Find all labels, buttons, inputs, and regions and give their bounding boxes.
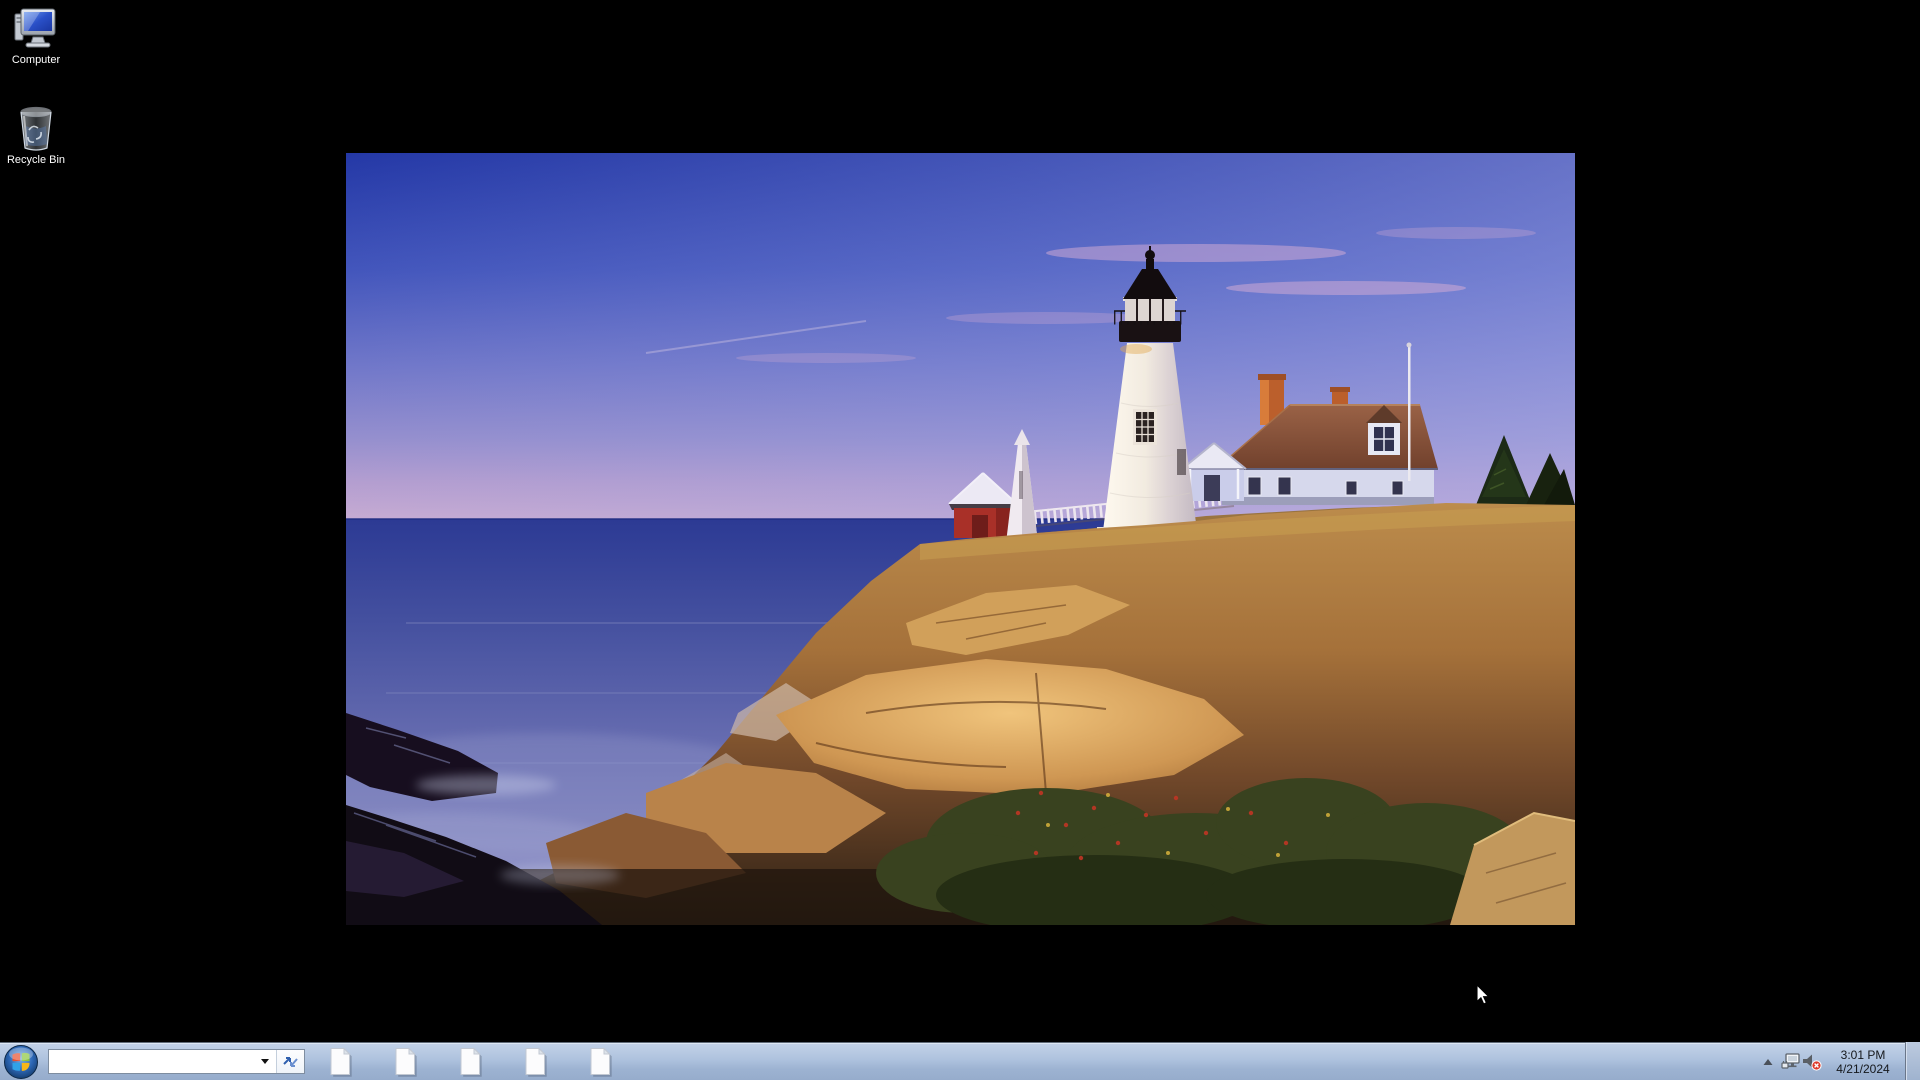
blank-document-icon (588, 1047, 613, 1077)
desktop-icon-computer[interactable]: Computer (0, 6, 72, 67)
go-button[interactable] (277, 1050, 304, 1073)
taskbar-document-button-5[interactable] (587, 1046, 613, 1078)
tower-window (1133, 409, 1157, 445)
taskbar-document-button-2[interactable] (392, 1046, 418, 1078)
arrow-cursor-icon (1476, 984, 1492, 1006)
blank-document-icon (393, 1047, 418, 1077)
mouse-cursor (1476, 984, 1492, 1011)
volume-muted-icon (1802, 1053, 1822, 1071)
windows-orb-icon (3, 1044, 39, 1080)
wallpaper-image (346, 153, 1575, 925)
computer-icon (13, 6, 59, 52)
volume-tray-icon[interactable] (1801, 1044, 1823, 1080)
lighthouse-photo (346, 153, 1575, 925)
desktop-icon-label: Computer (0, 54, 72, 67)
address-toolbar (48, 1049, 305, 1074)
recycle-bin-icon (14, 104, 58, 152)
address-dropdown-button[interactable] (254, 1050, 276, 1073)
system-tray: 3:01 PM 4/21/2024 (1757, 1043, 1920, 1080)
clock-time: 3:01 PM (1827, 1048, 1899, 1062)
blank-document-icon (458, 1047, 483, 1077)
taskbar-clock[interactable]: 3:01 PM 4/21/2024 (1827, 1048, 1899, 1076)
taskbar-document-button-3[interactable] (457, 1046, 483, 1078)
show-hidden-icons-button[interactable] (1757, 1044, 1779, 1080)
desktop: Computer Recycle Bin (0, 0, 1920, 1080)
taskbar-document-button-1[interactable] (327, 1046, 353, 1078)
clock-date: 4/21/2024 (1827, 1062, 1899, 1076)
blank-document-icon (328, 1047, 353, 1077)
go-refresh-icon (282, 1054, 299, 1070)
desktop-icon-recycle-bin[interactable]: Recycle Bin (0, 104, 72, 167)
quick-launch-row (327, 1046, 613, 1078)
blank-document-icon (523, 1047, 548, 1077)
desktop-icon-label: Recycle Bin (0, 154, 72, 167)
start-button[interactable] (3, 1044, 39, 1080)
network-tray-icon[interactable] (1779, 1044, 1801, 1080)
taskbar-document-button-4[interactable] (522, 1046, 548, 1078)
address-input[interactable] (49, 1050, 254, 1073)
hidden-icons-arrow-icon (1763, 1058, 1773, 1066)
taskbar: 3:01 PM 4/21/2024 (0, 1042, 1920, 1080)
show-desktop-button[interactable] (1905, 1042, 1920, 1080)
network-icon (1781, 1053, 1800, 1070)
